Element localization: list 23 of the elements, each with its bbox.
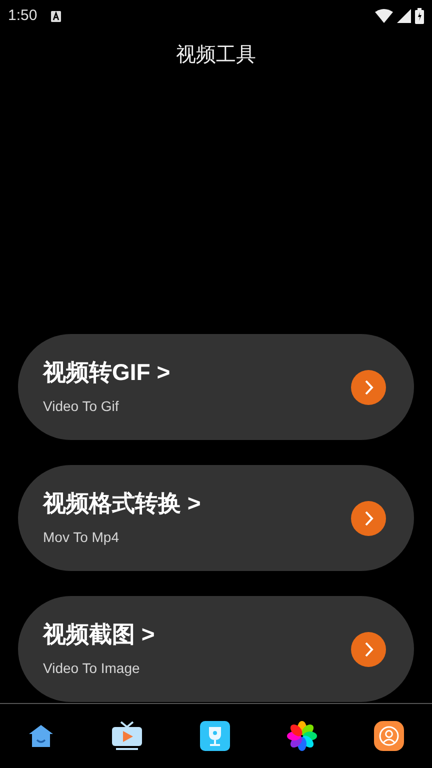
notification-icon (51, 10, 62, 22)
signal-icon (397, 9, 411, 23)
wifi-icon (375, 9, 393, 23)
tool-card[interactable]: 视频转GIF > Video To Gif (18, 334, 414, 440)
tool-subtitle: Video To Gif (43, 396, 120, 416)
tool-subtitle: Mov To Mp4 (43, 528, 120, 547)
chevron-right-icon[interactable] (351, 370, 386, 404)
chevron-right-icon[interactable] (351, 632, 386, 666)
tool-card[interactable]: 视频格式转换 > Mov To Mp4 (18, 465, 414, 571)
tool-title: 视频转GIF > (43, 358, 170, 386)
tool-card[interactable]: 视频截图 > Video To Image (18, 596, 414, 702)
tool-subtitle: Video To Image (43, 658, 141, 678)
chevron-right-icon[interactable] (351, 500, 386, 536)
tool-title: 视频格式转换 > (43, 488, 201, 516)
trophy-icon[interactable] (200, 721, 230, 751)
battery-icon (415, 8, 424, 24)
tv-play-icon[interactable] (111, 721, 144, 751)
status-time: 1:50 (8, 6, 38, 26)
tool-title: 视频截图 > (43, 620, 155, 648)
flower-icon[interactable] (286, 721, 317, 751)
house-icon[interactable] (28, 724, 54, 748)
page-title: 视频工具 (176, 43, 256, 68)
profile-icon[interactable] (374, 721, 404, 751)
